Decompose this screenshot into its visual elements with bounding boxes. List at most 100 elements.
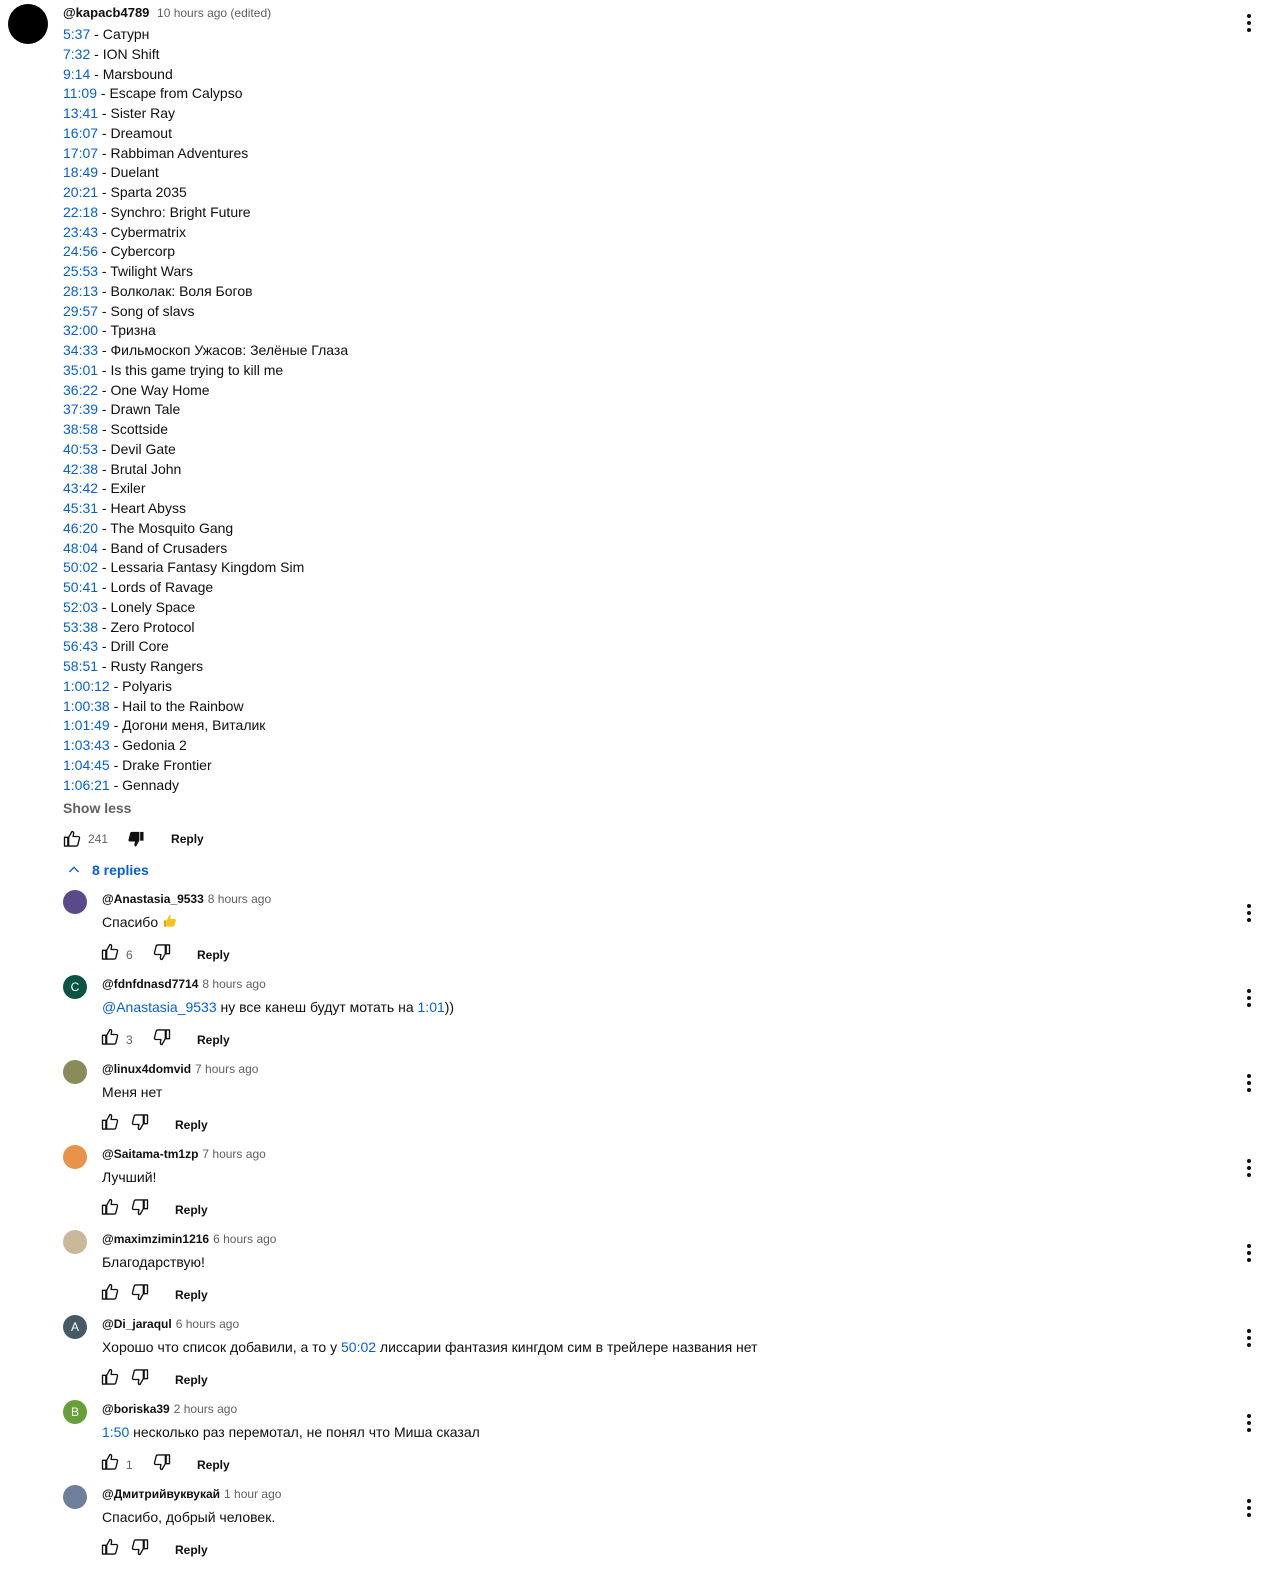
chapter-timestamp-link[interactable]: 17:07 [63,145,98,161]
reply-time[interactable]: 8 hours ago [208,892,271,906]
reply-avatar[interactable] [63,890,87,914]
chapter-timestamp-link[interactable]: 36:22 [63,382,98,398]
reply-author-handle[interactable]: @Anastasia_9533 [102,892,204,906]
show-less-button[interactable]: Show less [63,800,131,816]
reply-author-handle[interactable]: @maximzimin1216 [102,1232,209,1246]
chapter-timestamp-link[interactable]: 22:18 [63,204,98,220]
reply-time[interactable]: 6 hours ago [213,1232,276,1246]
chapter-timestamp-link[interactable]: 42:38 [63,461,98,477]
chapter-timestamp-link[interactable]: 52:03 [63,599,98,615]
thumbs-up-icon[interactable] [100,1282,120,1307]
thumbs-down-icon[interactable] [130,1282,150,1307]
reply-link[interactable]: @Anastasia_9533 [102,999,217,1015]
chapter-timestamp-link[interactable]: 38:58 [63,421,98,437]
comment-time[interactable]: 10 hours ago (edited) [157,6,271,20]
more-vert-icon[interactable] [1240,1497,1258,1519]
reply-time[interactable]: 2 hours ago [174,1402,237,1416]
reply-author-handle[interactable]: @Di_jaraqul [102,1317,172,1331]
chapter-timestamp-link[interactable]: 18:49 [63,164,98,180]
chapter-timestamp-link[interactable]: 34:33 [63,342,98,358]
reply-button[interactable]: Reply [197,1033,230,1047]
reply-time[interactable]: 1 hour ago [224,1487,281,1501]
thumbs-up-icon[interactable] [100,1367,120,1392]
chapter-timestamp-link[interactable]: 1:00:38 [63,698,110,714]
reply-avatar[interactable] [63,1485,87,1509]
chapter-timestamp-link[interactable]: 5:37 [63,26,90,42]
reply-button[interactable]: Reply [175,1373,208,1387]
thumbs-down-icon[interactable] [130,1112,150,1137]
thumbs-up-icon[interactable] [100,942,120,967]
chapter-timestamp-link[interactable]: 1:03:43 [63,737,110,753]
chapter-timestamp-link[interactable]: 1:06:21 [63,777,110,793]
reply-avatar[interactable]: C [63,975,87,999]
thumbs-down-icon[interactable] [130,1537,150,1562]
reply-button[interactable]: Reply [175,1543,208,1557]
thumbs-down-icon[interactable] [126,829,146,849]
chapter-timestamp-link[interactable]: 45:31 [63,500,98,516]
chapter-timestamp-link[interactable]: 50:02 [63,559,98,575]
chapter-timestamp-link[interactable]: 11:09 [63,85,97,101]
reply-link[interactable]: 1:50 [102,1424,129,1440]
reply-time[interactable]: 6 hours ago [176,1317,239,1331]
reply-time[interactable]: 7 hours ago [195,1062,258,1076]
thumbs-down-icon[interactable] [152,942,172,967]
chapter-timestamp-link[interactable]: 40:53 [63,441,98,457]
chapter-timestamp-link[interactable]: 23:43 [63,224,98,240]
reply-avatar[interactable] [63,1145,87,1169]
more-vert-icon[interactable] [1240,12,1258,34]
reply-author-handle[interactable]: @linux4domvid [102,1062,191,1076]
reply-avatar[interactable]: B [63,1400,87,1424]
chapter-timestamp-link[interactable]: 1:04:45 [63,757,110,773]
chapter-timestamp-link[interactable]: 29:57 [63,303,98,319]
thumbs-up-icon[interactable] [100,1197,120,1222]
reply-avatar[interactable] [63,1230,87,1254]
chapter-timestamp-link[interactable]: 9:14 [63,66,90,82]
reply-button[interactable]: Reply [197,1458,230,1472]
author-avatar[interactable] [8,4,48,44]
chapter-timestamp-link[interactable]: 35:01 [63,362,98,378]
reply-author-handle[interactable]: @fdnfdnasd7714 [102,977,198,991]
chapter-timestamp-link[interactable]: 24:56 [63,243,98,259]
more-vert-icon[interactable] [1240,1072,1258,1094]
reply-avatar[interactable]: A [63,1315,87,1339]
reply-time[interactable]: 8 hours ago [202,977,265,991]
chapter-timestamp-link[interactable]: 32:00 [63,322,98,338]
chapter-timestamp-link[interactable]: 58:51 [63,658,98,674]
reply-avatar[interactable] [63,1060,87,1084]
thumbs-down-icon[interactable] [152,1027,172,1052]
more-vert-icon[interactable] [1240,1242,1258,1264]
reply-link[interactable]: 50:02 [341,1339,376,1355]
chapter-timestamp-link[interactable]: 16:07 [63,125,98,141]
chapter-timestamp-link[interactable]: 50:41 [63,579,98,595]
reply-button[interactable]: Reply [171,832,204,846]
chapter-timestamp-link[interactable]: 53:38 [63,619,98,635]
more-vert-icon[interactable] [1240,1327,1258,1349]
author-handle[interactable]: @kapacb4789 [63,5,149,20]
reply-time[interactable]: 7 hours ago [202,1147,265,1161]
reply-button[interactable]: Reply [175,1288,208,1302]
thumbs-up-icon[interactable] [100,1027,120,1052]
thumbs-up-icon[interactable] [62,829,82,849]
chapter-timestamp-link[interactable]: 46:20 [63,520,98,536]
thumbs-down-icon[interactable] [152,1452,172,1477]
replies-toggle[interactable]: 8 replies [66,862,149,878]
chapter-timestamp-link[interactable]: 56:43 [63,638,98,654]
chapter-timestamp-link[interactable]: 1:00:12 [63,678,110,694]
reply-link[interactable]: 1:01 [418,999,445,1015]
reply-author-handle[interactable]: @Дмитрийвуквукай [102,1487,220,1501]
chapter-timestamp-link[interactable]: 28:13 [63,283,98,299]
reply-button[interactable]: Reply [197,948,230,962]
chapter-timestamp-link[interactable]: 1:01:49 [63,717,110,733]
reply-button[interactable]: Reply [175,1203,208,1217]
chapter-timestamp-link[interactable]: 25:53 [63,263,98,279]
chapter-timestamp-link[interactable]: 48:04 [63,540,98,556]
chapter-timestamp-link[interactable]: 7:32 [63,46,90,62]
more-vert-icon[interactable] [1240,1157,1258,1179]
more-vert-icon[interactable] [1240,1412,1258,1434]
chapter-timestamp-link[interactable]: 13:41 [63,105,98,121]
more-vert-icon[interactable] [1240,987,1258,1009]
thumbs-down-icon[interactable] [130,1367,150,1392]
chapter-timestamp-link[interactable]: 37:39 [63,401,98,417]
reply-author-handle[interactable]: @boriska39 [102,1402,170,1416]
reply-button[interactable]: Reply [175,1118,208,1132]
